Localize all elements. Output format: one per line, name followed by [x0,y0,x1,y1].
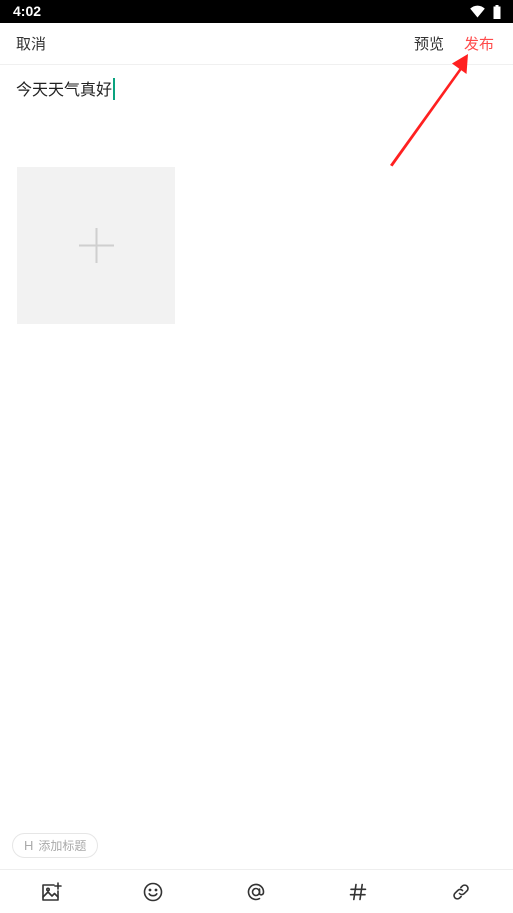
insert-link-button[interactable] [410,870,512,913]
post-text-content: 今天天气真好 [16,80,113,99]
bottom-toolbar [0,869,513,913]
mention-button[interactable] [205,870,307,913]
status-time: 4:02 [13,3,42,19]
hashtag-button[interactable] [307,870,409,913]
at-icon [247,883,265,901]
cancel-button[interactable]: 取消 [16,23,46,65]
annotation-arrow-icon [390,54,468,167]
status-bar: 4:02 [0,0,513,23]
status-icons [470,4,501,19]
text-caret [113,78,116,100]
insert-emoji-button[interactable] [102,870,204,913]
wifi-icon [470,5,485,18]
emoji-icon [143,882,163,902]
hashtag-icon [349,883,367,901]
link-icon [453,884,469,900]
heading-icon: H [24,837,34,853]
post-editor-screen: 4:02 取消 预览 发布 今天天气真好 H 添加标题 [0,0,513,913]
image-icon [42,882,62,901]
add-heading-button[interactable]: H 添加标题 [12,833,99,858]
battery-icon [493,4,501,19]
add-heading-label: 添加标题 [38,838,87,853]
plus-icon [79,228,114,263]
insert-image-button[interactable] [0,870,102,913]
add-image-tile[interactable] [17,167,175,324]
